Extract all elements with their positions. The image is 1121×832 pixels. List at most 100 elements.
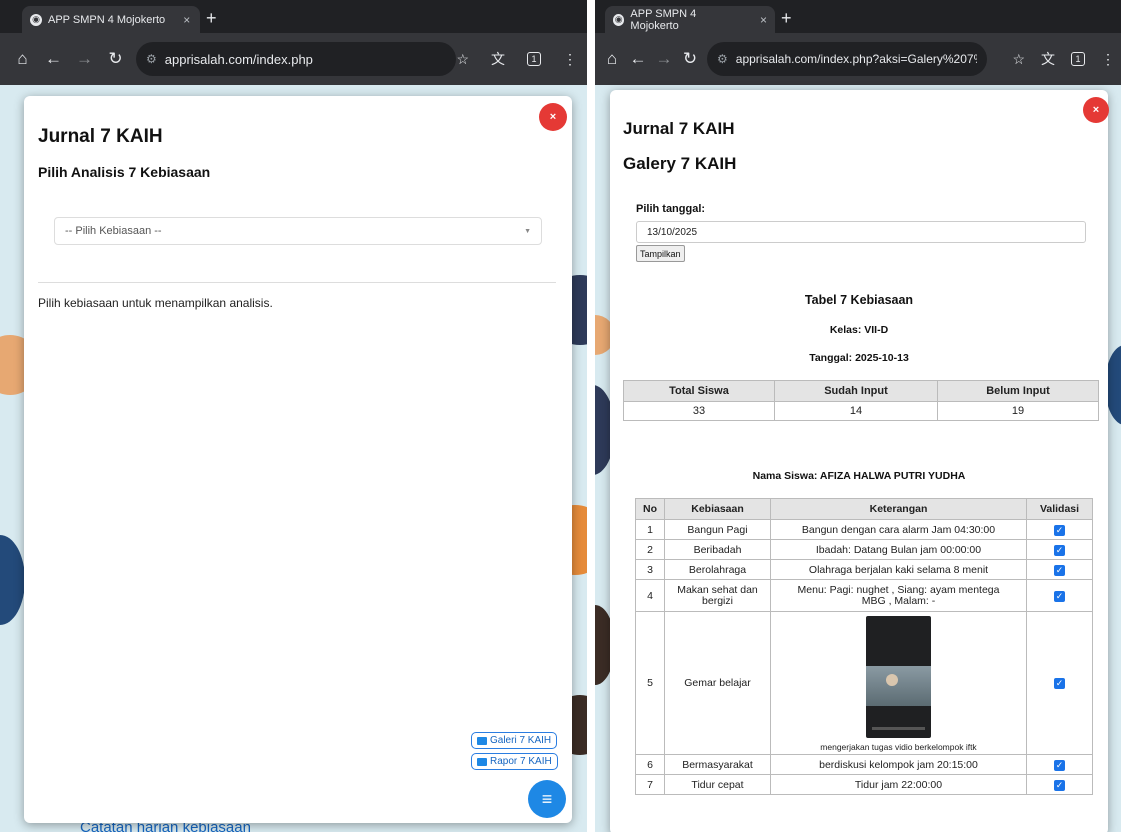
bookmark-star-icon[interactable]: ☆ (456, 51, 469, 68)
new-tab-icon[interactable]: + (206, 8, 217, 29)
tab-close-icon[interactable]: × (760, 13, 767, 27)
back-icon[interactable]: ← (629, 49, 647, 69)
modal-title: Jurnal 7 KAIH (623, 119, 735, 138)
activity-photo (866, 616, 931, 738)
translate-icon[interactable]: 文 (491, 49, 505, 69)
row-keterangan: Olahraga berjalan kaki selama 8 menit (770, 559, 1027, 580)
summary-table: Total Siswa Sudah Input Belum Input 33 1… (623, 380, 1099, 421)
show-button[interactable]: Tampilkan (636, 245, 685, 262)
close-button[interactable]: × (1083, 97, 1109, 123)
reload-icon[interactable]: ↻ (681, 49, 699, 69)
validation-cell: ✓ (1026, 519, 1093, 540)
forward-icon[interactable]: → (76, 49, 93, 69)
row-keterangan: Ibadah: Datang Bulan jam 00:00:00 (770, 539, 1027, 560)
summary-header: Sudah Input (774, 380, 938, 402)
row-kebiasaan: Bangun Pagi (664, 519, 771, 540)
habit-select[interactable]: -- Pilih Kebiasaan -- ▼ (54, 217, 542, 245)
table-row: 6 Bermasyarakat berdiskusi kelompok jam … (635, 754, 1093, 775)
table-title: Tabel 7 Kebiasaan (804, 293, 914, 307)
photo-scene (866, 666, 931, 706)
tab-count-icon[interactable]: 1 (527, 52, 541, 66)
row-kebiasaan: Gemar belajar (664, 611, 771, 755)
validation-cell: ✓ (1026, 754, 1093, 775)
address-bar[interactable]: ⚙ apprisalah.com/index.php?aksi=Galery%2… (707, 42, 987, 76)
summary-value: 19 (937, 401, 1099, 421)
habit-header: No (635, 498, 665, 520)
validation-cell: ✓ (1026, 579, 1093, 612)
menu-icon[interactable]: ⋮ (1101, 51, 1115, 68)
new-tab-icon[interactable]: + (781, 8, 792, 29)
checkbox-checked-icon[interactable]: ✓ (1054, 544, 1065, 556)
checkbox-checked-icon[interactable]: ✓ (1054, 564, 1065, 576)
row-kebiasaan: Bermasyarakat (664, 754, 771, 775)
row-no: 4 (635, 579, 665, 612)
photo-controls (872, 727, 925, 730)
globe-icon: ◉ (30, 13, 42, 26)
browser-tab[interactable]: ◉ APP SMPN 4 Mojokerto × (22, 6, 200, 33)
galeri-button[interactable]: Galeri 7 KAIH (471, 732, 558, 749)
summary-value-row: 33 14 19 (623, 401, 1099, 421)
close-button[interactable]: × (539, 103, 567, 131)
table-row: 7 Tidur cepat Tidur jam 22:00:00 ✓ (635, 774, 1093, 795)
student-name: Nama Siswa: AFIZA HALWA PUTRI YUDHA (752, 470, 966, 482)
summary-value: 14 (774, 401, 938, 421)
chevron-down-icon: ▼ (524, 228, 531, 235)
row-keterangan: berdiskusi kelompok jam 20:15:00 (770, 754, 1027, 775)
habit-header-row: No Kebiasaan Keterangan Validasi (635, 498, 1093, 520)
habit-select-value: -- Pilih Kebiasaan -- (65, 225, 162, 237)
image-icon (477, 757, 487, 766)
date-input[interactable]: 13/10/2025 (636, 221, 1086, 243)
rapor-label: Rapor 7 KAIH (490, 756, 552, 767)
home-icon[interactable]: ⌂ (14, 49, 31, 69)
validation-cell: ✓ (1026, 539, 1093, 560)
row-no: 5 (635, 611, 665, 755)
row-kebiasaan: Beribadah (664, 539, 771, 560)
galeri-label: Galeri 7 KAIH (490, 735, 552, 746)
row-no: 6 (635, 754, 665, 775)
menu-icon[interactable]: ⋮ (563, 51, 577, 68)
checkbox-checked-icon[interactable]: ✓ (1054, 590, 1065, 602)
tab-count-icon[interactable]: 1 (1071, 52, 1085, 66)
photo-caption: mengerjakan tugas vidio berkelompok iftk (820, 742, 977, 752)
decoration (0, 535, 25, 625)
translate-icon[interactable]: 文 (1041, 49, 1055, 69)
table-row: 1 Bangun Pagi Bangun dengan cara alarm J… (635, 519, 1093, 540)
home-icon[interactable]: ⌂ (603, 49, 621, 69)
checkbox-checked-icon[interactable]: ✓ (1054, 524, 1065, 536)
row-kebiasaan: Makan sehat dan bergizi (664, 579, 771, 612)
bookmark-star-icon[interactable]: ☆ (1012, 51, 1025, 68)
reload-icon[interactable]: ↻ (107, 49, 124, 69)
row-keterangan: Bangun dengan cara alarm Jam 04:30:00 (770, 519, 1027, 540)
summary-value: 33 (623, 401, 775, 421)
table-row: 3 Berolahraga Olahraga berjalan kaki sel… (635, 559, 1093, 580)
photo-person (886, 674, 898, 686)
site-settings-icon[interactable]: ⚙ (146, 52, 157, 66)
right-screenshot: ◉ APP SMPN 4 Mojokerto × + ⌂ ← → ↻ ⚙ app… (595, 0, 1121, 832)
site-settings-icon[interactable]: ⚙ (717, 52, 728, 66)
row-kebiasaan: Tidur cepat (664, 774, 771, 795)
rapor-button[interactable]: Rapor 7 KAIH (471, 753, 558, 770)
checkbox-checked-icon[interactable]: ✓ (1054, 678, 1065, 689)
image-icon (477, 736, 487, 745)
table-row: 5 Gemar belajar mengerjakan tugas vidio … (635, 611, 1093, 755)
info-text: Pilih kebiasaan untuk menampilkan analis… (38, 296, 273, 310)
modal-subtitle: Galery 7 KAIH (623, 154, 737, 173)
row-keterangan: Menu: Pagi: nughet , Siang: ayam mentega… (770, 579, 1027, 612)
menu-fab[interactable]: ≡ (528, 780, 566, 818)
class-label: Kelas: VII-D (829, 324, 889, 336)
checkbox-checked-icon[interactable]: ✓ (1054, 759, 1065, 771)
browser-tab[interactable]: ◉ APP SMPN 4 Mojokerto × (605, 6, 775, 33)
address-bar[interactable]: ⚙ apprisalah.com/index.php (136, 42, 457, 76)
validation-cell: ✓ (1026, 611, 1093, 755)
tab-title: APP SMPN 4 Mojokerto (48, 13, 166, 26)
date-label: Pilih tanggal: (636, 203, 706, 215)
tab-title: APP SMPN 4 Mojokerto (630, 7, 697, 32)
back-icon[interactable]: ← (45, 49, 62, 69)
table-row: 4 Makan sehat dan bergizi Menu: Pagi: nu… (635, 579, 1093, 612)
row-keterangan: Tidur jam 22:00:00 (770, 774, 1027, 795)
browser-tab-strip: ◉ APP SMPN 4 Mojokerto × + (0, 0, 587, 33)
checkbox-checked-icon[interactable]: ✓ (1054, 779, 1065, 791)
tab-close-icon[interactable]: × (183, 13, 190, 27)
forward-icon[interactable]: → (655, 49, 673, 69)
browser-tab-strip: ◉ APP SMPN 4 Mojokerto × + (595, 0, 1121, 33)
